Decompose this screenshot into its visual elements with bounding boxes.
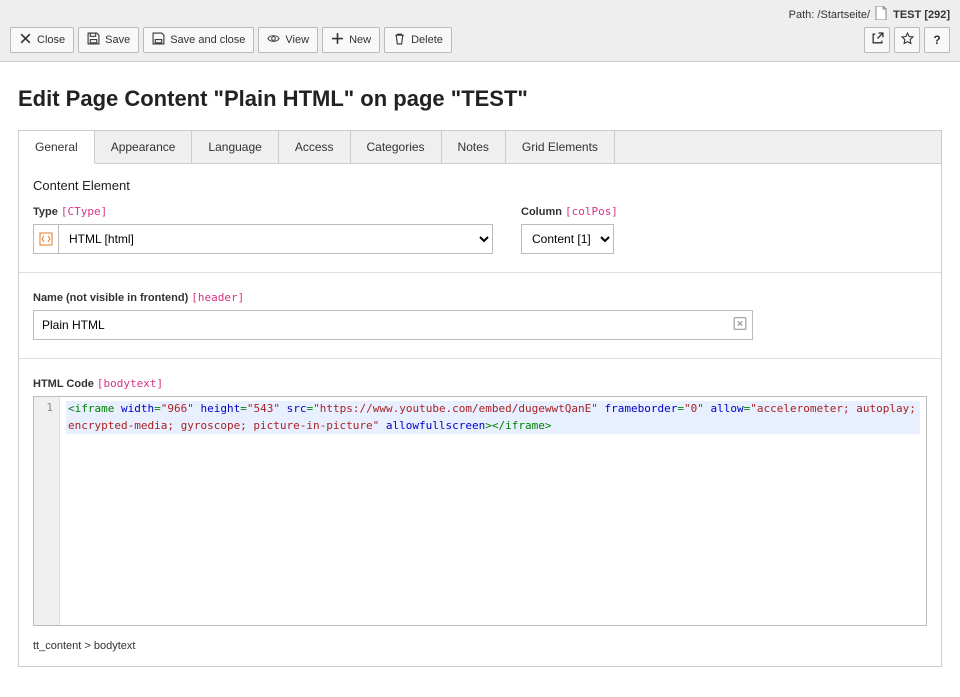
code-gutter: 1 [34,397,60,625]
save-close-icon [152,32,165,48]
page-title: Edit Page Content "Plain HTML" on page "… [18,86,942,112]
tab-language[interactable]: Language [192,131,278,163]
tab-general[interactable]: General [19,131,95,164]
tab-notes[interactable]: Notes [442,131,506,163]
html-code-editor[interactable]: 1 <iframe width="966" height="543" src="… [33,396,927,626]
divider [19,272,941,273]
path-current: TEST [292] [893,9,950,21]
type-label: Type[CType] [33,205,493,218]
breadcrumb: Path: /Startseite/ TEST [292] [10,6,950,21]
trash-icon [393,32,406,48]
help-button[interactable]: ? [924,27,950,53]
path-root-link[interactable]: /Startseite/ [817,9,870,21]
star-icon [901,32,914,48]
divider [19,358,941,359]
html-type-icon [33,224,58,254]
close-button[interactable]: Close [10,27,74,53]
name-field[interactable] [33,310,753,340]
open-new-window-button[interactable] [864,27,890,53]
save-icon [87,32,100,48]
tab-panel-general: Content Element Type[CType] HTML [html] [18,164,942,667]
plus-icon [331,32,344,48]
help-icon: ? [933,33,940,47]
toolbar-left: Close Save Save and close View New Delet… [10,27,452,53]
tab-appearance[interactable]: Appearance [95,131,193,163]
section-heading: Content Element [33,178,927,193]
eye-icon [267,32,280,48]
clear-icon[interactable] [733,317,747,334]
tab-access[interactable]: Access [279,131,351,163]
bookmark-button[interactable] [894,27,920,53]
toolbar-right: ? [864,27,950,53]
tabs: GeneralAppearanceLanguageAccessCategorie… [18,130,942,164]
delete-button[interactable]: Delete [384,27,452,53]
column-select[interactable]: Content [1] [521,224,614,254]
type-select[interactable]: HTML [html] [58,224,493,254]
new-button[interactable]: New [322,27,380,53]
page-icon [875,6,887,20]
tab-categories[interactable]: Categories [351,131,442,163]
htmlcode-label: HTML Code[bodytext] [33,377,927,390]
save-button[interactable]: Save [78,27,139,53]
close-icon [19,32,32,48]
external-icon [871,32,884,48]
tab-grid-elements[interactable]: Grid Elements [506,131,615,163]
view-button[interactable]: View [258,27,318,53]
column-label: Column[colPos] [521,205,821,218]
field-path: tt_content > bodytext [33,632,927,652]
save-close-button[interactable]: Save and close [143,27,254,53]
name-label: Name (not visible in frontend)[header] [33,291,927,304]
